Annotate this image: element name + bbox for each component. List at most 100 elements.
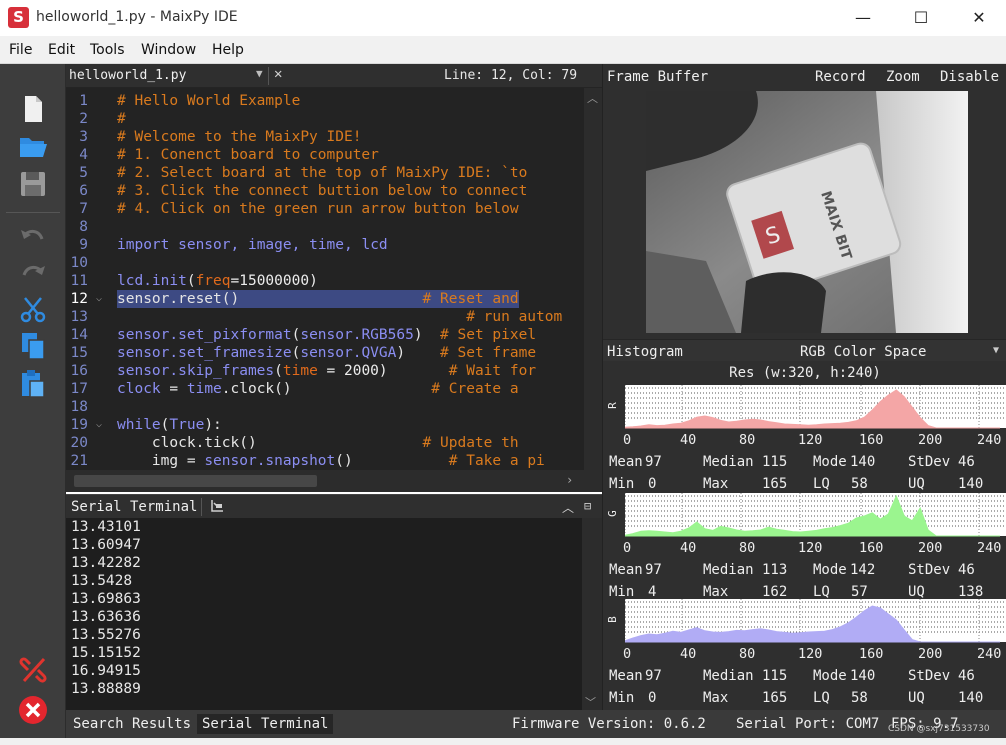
new-file-icon[interactable] (17, 93, 49, 125)
color-space-select[interactable]: RGB Color Space (800, 344, 926, 360)
menu-window[interactable]: Window (141, 42, 196, 58)
code-editor[interactable]: 1 # Hello World Example 2 #3 # Welcome to th… (66, 88, 584, 470)
maximize-button[interactable]: ☐ (898, 4, 944, 32)
editor-horizontal-scrollbar[interactable]: › (66, 470, 584, 492)
code-line[interactable]: 11 lcd.init(freq=15000000) (66, 272, 584, 290)
code-text: img = sensor.snapshot() # Take a pi (117, 452, 545, 470)
close-window-button[interactable]: ✕ (956, 4, 1002, 32)
cut-icon[interactable] (17, 294, 49, 326)
tab-dropdown-icon[interactable]: ▼ (256, 67, 263, 80)
scroll-up-icon[interactable]: ︿ (587, 90, 598, 106)
menu-edit[interactable]: Edit (48, 42, 75, 58)
tab-serial-terminal[interactable]: Serial Terminal (197, 714, 334, 734)
redo-icon[interactable] (17, 258, 49, 290)
code-token: sensor, (169, 237, 248, 253)
code-line[interactable]: 12 ⌵ sensor.reset() # Reset and (66, 290, 584, 308)
code-line[interactable]: 18 (66, 398, 584, 416)
serial-output-line: 13.60947 (71, 537, 141, 553)
code-token: # run autom (117, 309, 563, 325)
code-token: # Reset and (239, 291, 519, 307)
collapse-panel-icon[interactable]: ︿ (562, 499, 574, 516)
stat-label-uq: UQ (908, 690, 925, 706)
line-number: 7 (79, 201, 88, 217)
code-line[interactable]: 21 img = sensor.snapshot() # Take a pi (66, 452, 584, 470)
record-button[interactable]: Record (815, 69, 866, 85)
stat-value-mode: 140 (850, 668, 876, 684)
title-bar: S helloworld_1.py - MaixPy IDE — ☐ ✕ (0, 0, 1006, 36)
zoom-button[interactable]: Zoom (886, 69, 920, 85)
tab-search-results[interactable]: Search Results (68, 714, 196, 734)
code-line[interactable]: 2 # (66, 110, 584, 128)
undo-icon[interactable] (17, 222, 49, 254)
code-line[interactable]: 8 (66, 218, 584, 236)
code-token: ( (186, 273, 196, 289)
code-token: while (117, 417, 161, 433)
line-number: 20 (70, 435, 88, 451)
open-folder-icon[interactable] (17, 130, 49, 162)
menu-file[interactable]: File (9, 42, 32, 58)
menu-bar: File Edit Tools Window Help (0, 36, 1006, 64)
stat-label-mode: Mode (813, 454, 847, 470)
editor-vertical-scrollbar[interactable]: ︿ (584, 88, 602, 470)
fold-toggle-icon[interactable]: ⌵ (96, 416, 102, 434)
code-token: = 2000) (317, 363, 388, 379)
stat-value-mean: 97 (645, 668, 662, 684)
code-line[interactable]: 13 # run autom (66, 308, 584, 326)
menu-tools[interactable]: Tools (90, 42, 125, 58)
line-number: 18 (70, 399, 88, 415)
stat-value-lq: 58 (851, 690, 868, 706)
close-tab-icon[interactable]: ✕ (274, 66, 282, 82)
disable-button[interactable]: Disable (940, 69, 999, 85)
code-token: lcd.init (117, 273, 187, 289)
disconnect-icon[interactable] (17, 654, 49, 686)
copy-icon[interactable] (17, 330, 49, 362)
code-token: # Set pixel (422, 327, 537, 343)
code-line[interactable]: 14 sensor.set_pixformat(sensor.RGB565) # … (66, 326, 584, 344)
serial-separator (201, 498, 202, 516)
serial-output-line: 13.43101 (71, 519, 141, 535)
code-token: # Wait for (387, 363, 537, 379)
serial-scrollbar[interactable]: ﹀ (582, 518, 602, 710)
code-line[interactable]: 3 # Welcome to the MaixPy IDE! (66, 128, 584, 146)
code-line[interactable]: 17 clock = time.clock() # Create a (66, 380, 584, 398)
scroll-down-icon[interactable]: ﹀ (585, 694, 596, 710)
line-number: 17 (70, 381, 88, 397)
histogram-tick-label: 200 (918, 432, 943, 448)
scroll-right-icon[interactable]: › (566, 473, 573, 487)
code-token: sensor.QVGA (300, 345, 397, 361)
code-line[interactable]: 5 # 2. Select board at the top of MaixPy … (66, 164, 584, 182)
code-line[interactable]: 9 import sensor, image, time, lcd (66, 236, 584, 254)
stat-label-stdev: StDev (908, 562, 951, 578)
histogram-tick-label: 160 (859, 540, 884, 556)
minimize-button[interactable]: — (840, 4, 886, 32)
code-text: clock.tick() # Update th (117, 434, 519, 452)
histogram-tick-label: 0 (623, 540, 632, 556)
main-toolbar (0, 64, 66, 745)
code-line[interactable]: 4 # 1. Conenct board to computer (66, 146, 584, 164)
stat-value-min: 4 (648, 584, 657, 600)
histogram-tick-label: 120 (798, 540, 823, 556)
histogram-tick-row: 0 40 80 120 160 200 240 (603, 432, 1006, 448)
fold-toggle-icon[interactable]: ⌵ (96, 290, 102, 308)
code-token: sensor.skip_frames (117, 363, 275, 379)
code-line[interactable]: 6 # 3. Click the connect buttion below to… (66, 182, 584, 200)
code-line[interactable]: 10 (66, 254, 584, 272)
code-line[interactable]: 20 clock.tick() # Update th (66, 434, 584, 452)
horizontal-scroll-thumb[interactable] (74, 475, 317, 487)
menu-help[interactable]: Help (212, 42, 244, 58)
paste-icon[interactable] (17, 368, 49, 400)
code-line[interactable]: 7 # 4. Click on the green run arrow butto… (66, 200, 584, 218)
maximize-panel-icon[interactable]: ⊟ (584, 499, 591, 513)
code-line[interactable]: 1 # Hello World Example (66, 92, 584, 110)
code-line[interactable]: 15 sensor.set_framesize(sensor.QVGA) # Se… (66, 344, 584, 362)
editor-tab-file[interactable]: helloworld_1.py (69, 68, 186, 83)
code-line[interactable]: 16 sensor.skip_frames(time = 2000) # Wait… (66, 362, 584, 380)
line-number: 21 (70, 453, 88, 469)
serial-terminal-output[interactable]: 13.43101 13.60947 13.42282 13.5428 13.69863 1… (66, 518, 582, 710)
stop-icon[interactable] (17, 694, 49, 726)
clear-terminal-icon[interactable] (208, 497, 226, 515)
chevron-down-icon[interactable]: ▼ (993, 345, 999, 356)
code-line[interactable]: 19 ⌵ while(True): (66, 416, 584, 434)
line-number: 12 (70, 291, 88, 307)
save-icon[interactable] (17, 168, 49, 200)
